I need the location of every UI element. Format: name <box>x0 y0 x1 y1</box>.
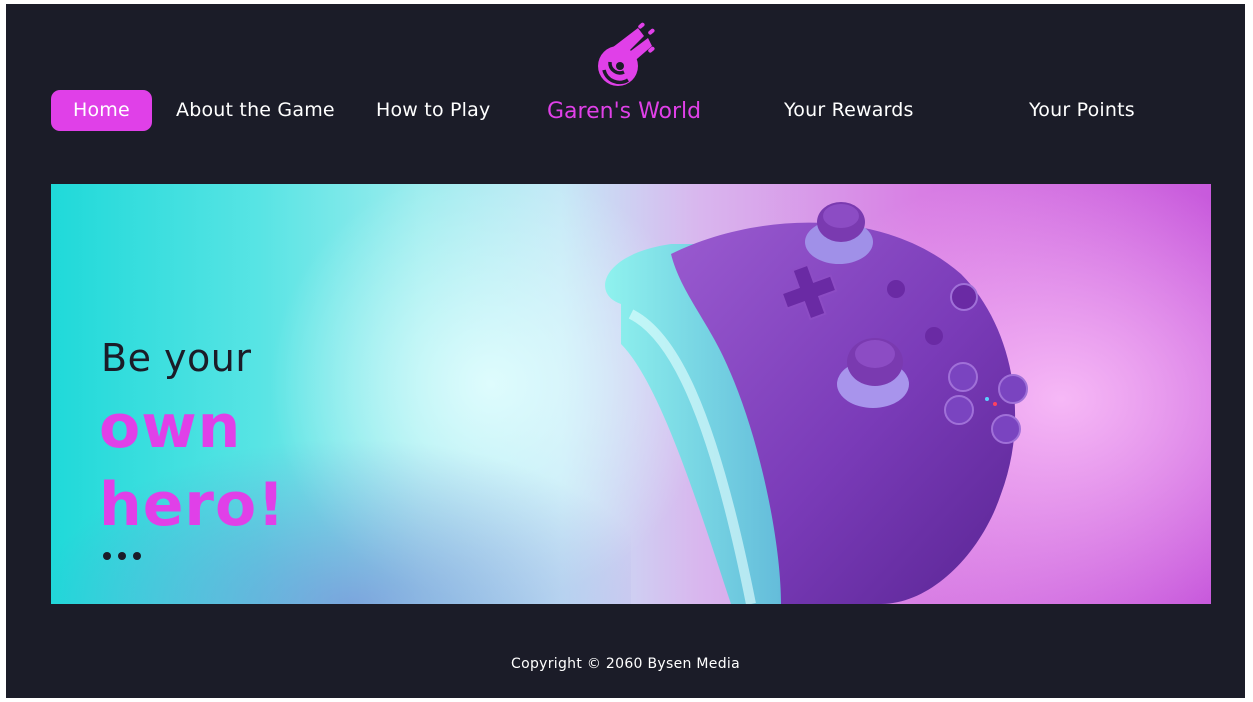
hero-tagline-line3: hero! <box>99 470 286 540</box>
nav-your-rewards[interactable]: Your Rewards <box>784 90 914 130</box>
dot <box>103 552 111 560</box>
nav-home[interactable]: Home <box>51 90 152 131</box>
hero-banner: Be your own hero! <box>51 184 1211 604</box>
page: Home About the Game How to Play Garen's … <box>6 4 1245 698</box>
nav-how-to-play[interactable]: How to Play <box>376 90 490 130</box>
ellipsis-icon <box>103 552 141 560</box>
main-nav: Home About the Game How to Play Garen's … <box>6 4 1245 174</box>
nav-about-the-game[interactable]: About the Game <box>176 90 335 130</box>
footer-copyright: Copyright © 2060 Bysen Media <box>511 656 740 672</box>
comet-logo-icon[interactable] <box>594 22 656 88</box>
hero-tagline-line2: own <box>99 392 242 462</box>
nav-your-points[interactable]: Your Points <box>1029 90 1135 130</box>
hero-tagline-line1: Be your <box>101 336 252 380</box>
game-controller-image <box>605 202 1028 604</box>
brand-title[interactable]: Garen's World <box>547 97 701 127</box>
dot <box>133 552 141 560</box>
dot <box>118 552 126 560</box>
